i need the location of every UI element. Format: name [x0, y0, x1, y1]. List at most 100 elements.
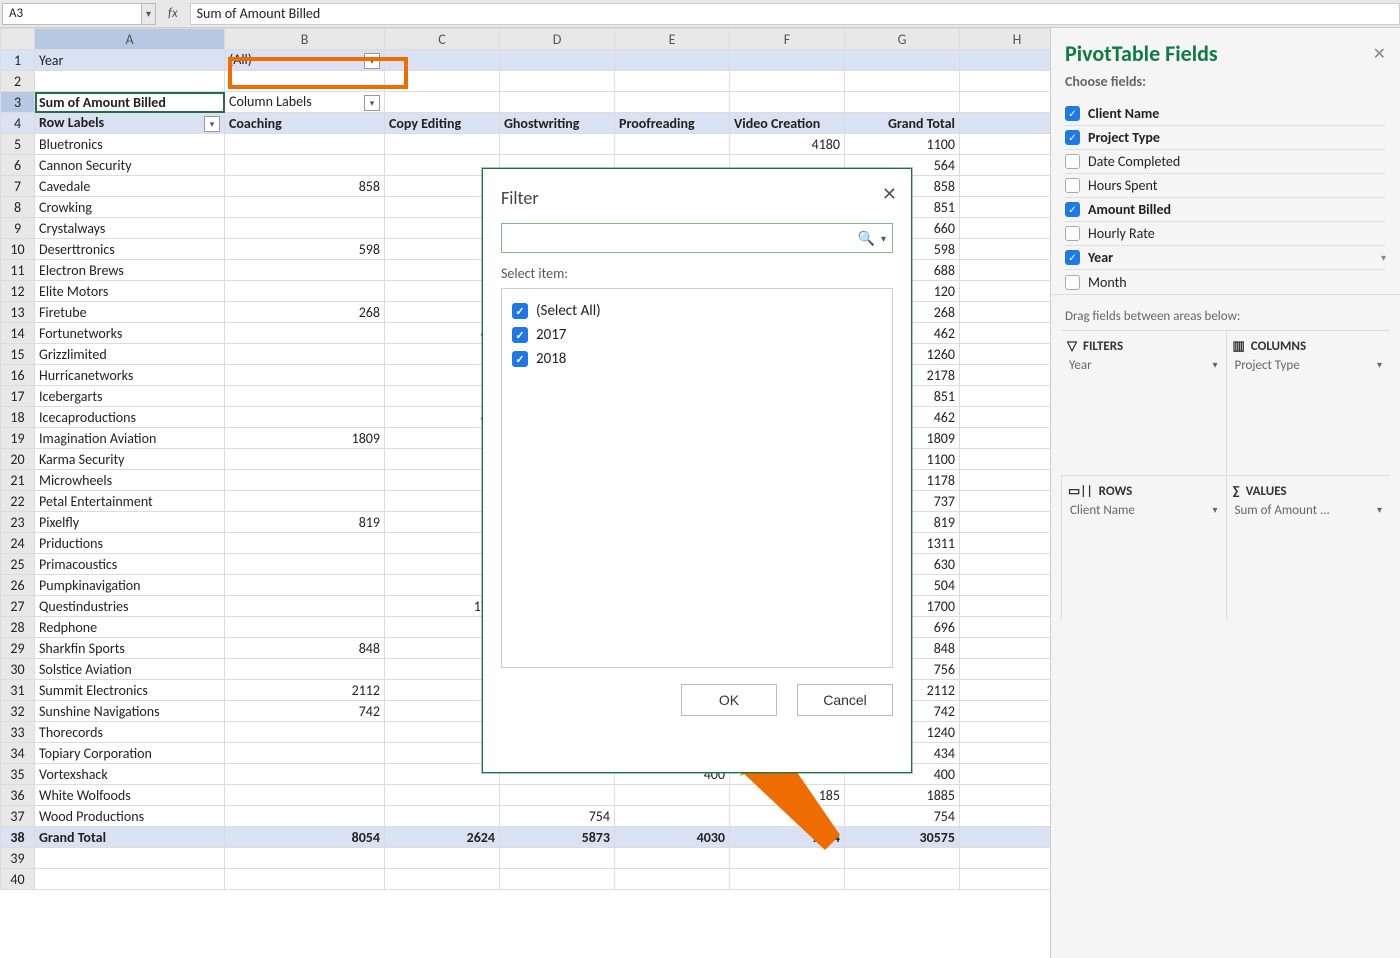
pivot-value-cell[interactable]: [615, 785, 730, 806]
pivot-value-cell[interactable]: [225, 281, 385, 302]
name-box-dropdown[interactable]: ▾: [142, 3, 156, 25]
chevron-down-icon[interactable]: ▾: [1377, 358, 1382, 373]
row-header-21[interactable]: 21: [1, 470, 35, 491]
row-header-40[interactable]: 40: [1, 869, 35, 890]
row-label[interactable]: Questindustries: [35, 596, 225, 617]
pivot-field-1[interactable]: ✓Project Type: [1065, 126, 1386, 150]
row-header-10[interactable]: 10: [1, 239, 35, 260]
row-header-25[interactable]: 25: [1, 554, 35, 575]
row-label[interactable]: Thorecords: [35, 722, 225, 743]
pivot-value-cell[interactable]: [225, 323, 385, 344]
row-header-29[interactable]: 29: [1, 638, 35, 659]
checkbox-icon[interactable]: ✓: [1065, 130, 1080, 145]
pivot-value-cell[interactable]: [385, 785, 500, 806]
row-label[interactable]: Firetube: [35, 302, 225, 323]
name-box[interactable]: A3: [2, 3, 142, 25]
select-all-corner[interactable]: [1, 29, 35, 50]
pivot-col-header-3[interactable]: Ghostwriting: [500, 113, 615, 134]
row-label[interactable]: Solstice Aviation: [35, 659, 225, 680]
row-label[interactable]: Grizzlimited: [35, 344, 225, 365]
area-rows-item[interactable]: Client Name: [1070, 503, 1135, 518]
pivot-value-cell[interactable]: [500, 134, 615, 155]
row-label[interactable]: Microwheels: [35, 470, 225, 491]
row-label[interactable]: Vortexshack: [35, 764, 225, 785]
row-header-19[interactable]: 19: [1, 428, 35, 449]
pivot-field-5[interactable]: Hourly Rate: [1065, 222, 1386, 246]
filter-item-1[interactable]: ✓2017: [512, 323, 882, 347]
row-header-9[interactable]: 9: [1, 218, 35, 239]
area-values[interactable]: ∑VALUES Sum of Amount ...▾: [1226, 475, 1391, 620]
pivot-field-4[interactable]: ✓Amount Billed: [1065, 198, 1386, 222]
checkbox-icon[interactable]: [1065, 178, 1080, 193]
chevron-down-icon[interactable]: ▾: [1381, 251, 1386, 264]
row-header-5[interactable]: 5: [1, 134, 35, 155]
pivot-value-cell[interactable]: [225, 197, 385, 218]
pivot-value-cell[interactable]: 858: [225, 176, 385, 197]
area-filters-item[interactable]: Year: [1069, 358, 1092, 373]
row-header-2[interactable]: 2: [1, 71, 35, 92]
filter-item-2[interactable]: ✓2018: [512, 347, 882, 371]
row-label[interactable]: Hurricanetworks: [35, 365, 225, 386]
pivot-value-cell[interactable]: 598: [225, 239, 385, 260]
row-header-3[interactable]: 3: [1, 92, 35, 113]
row-header-18[interactable]: 18: [1, 407, 35, 428]
row-header-34[interactable]: 34: [1, 743, 35, 764]
row-header-14[interactable]: 14: [1, 323, 35, 344]
row-label[interactable]: Cannon Security: [35, 155, 225, 176]
pivot-pane-close-icon[interactable]: ✕: [1373, 44, 1386, 64]
row-header-20[interactable]: 20: [1, 449, 35, 470]
pivot-col-header-2[interactable]: Copy Editing: [385, 113, 500, 134]
row-label[interactable]: White Wolfoods: [35, 785, 225, 806]
column-header-H[interactable]: H: [960, 29, 1051, 50]
pivot-value-cell[interactable]: [225, 806, 385, 827]
checkbox-icon[interactable]: ✓: [1065, 202, 1080, 217]
column-header-F[interactable]: F: [730, 29, 845, 50]
row-header-17[interactable]: 17: [1, 386, 35, 407]
row-header-12[interactable]: 12: [1, 281, 35, 302]
formula-bar[interactable]: Sum of Amount Billed: [190, 3, 1400, 25]
pivot-value-cell[interactable]: [225, 386, 385, 407]
row-header-23[interactable]: 23: [1, 512, 35, 533]
column-header-C[interactable]: C: [385, 29, 500, 50]
row-header-35[interactable]: 35: [1, 764, 35, 785]
close-icon[interactable]: ✕: [882, 183, 897, 205]
row-label[interactable]: Icecaproductions: [35, 407, 225, 428]
row-header-27[interactable]: 27: [1, 596, 35, 617]
row-label[interactable]: Karma Security: [35, 449, 225, 470]
area-columns[interactable]: ▥COLUMNS Project Type▾: [1226, 330, 1391, 475]
row-label[interactable]: Fortunetworks: [35, 323, 225, 344]
pivot-value-cell[interactable]: [225, 785, 385, 806]
pivot-value-cell[interactable]: [225, 722, 385, 743]
pivot-value-cell[interactable]: 1100: [845, 134, 960, 155]
pivot-value-cell[interactable]: [225, 491, 385, 512]
pivot-field-6[interactable]: ✓Year▾: [1065, 246, 1386, 270]
area-values-item[interactable]: Sum of Amount ...: [1235, 503, 1330, 518]
pivot-value-cell[interactable]: 185: [730, 785, 845, 806]
row-header-37[interactable]: 37: [1, 806, 35, 827]
pivot-value-cell[interactable]: [225, 407, 385, 428]
column-header-D[interactable]: D: [500, 29, 615, 50]
pivot-col-header-5[interactable]: Video Creation: [730, 113, 845, 134]
pivot-value-cell[interactable]: [225, 260, 385, 281]
row-label[interactable]: Crystalways: [35, 218, 225, 239]
checkbox-icon[interactable]: ✓: [1065, 106, 1080, 121]
row-label[interactable]: Pumpkinavigation: [35, 575, 225, 596]
search-icon[interactable]: 🔍: [858, 230, 875, 247]
chevron-down-icon[interactable]: ▾: [1377, 503, 1382, 518]
row-label[interactable]: Sharkfin Sports: [35, 638, 225, 659]
checkbox-icon[interactable]: [1065, 154, 1080, 169]
pivot-value-cell[interactable]: [225, 365, 385, 386]
checkbox-icon[interactable]: ✓: [512, 327, 528, 343]
pivot-col-header-0[interactable]: Row Labels▾: [35, 113, 225, 134]
pivot-value-cell[interactable]: [730, 806, 845, 827]
pivot-value-cell[interactable]: [225, 344, 385, 365]
column-header-G[interactable]: G: [845, 29, 960, 50]
row-label[interactable]: Priductions: [35, 533, 225, 554]
row-labels-dropdown-icon[interactable]: ▾: [204, 116, 220, 132]
row-label[interactable]: Sunshine Navigations: [35, 701, 225, 722]
row-header-22[interactable]: 22: [1, 491, 35, 512]
row-header-8[interactable]: 8: [1, 197, 35, 218]
row-label[interactable]: Imagination Aviation: [35, 428, 225, 449]
row-header-39[interactable]: 39: [1, 848, 35, 869]
filter-item-0[interactable]: ✓(Select All): [512, 299, 882, 323]
